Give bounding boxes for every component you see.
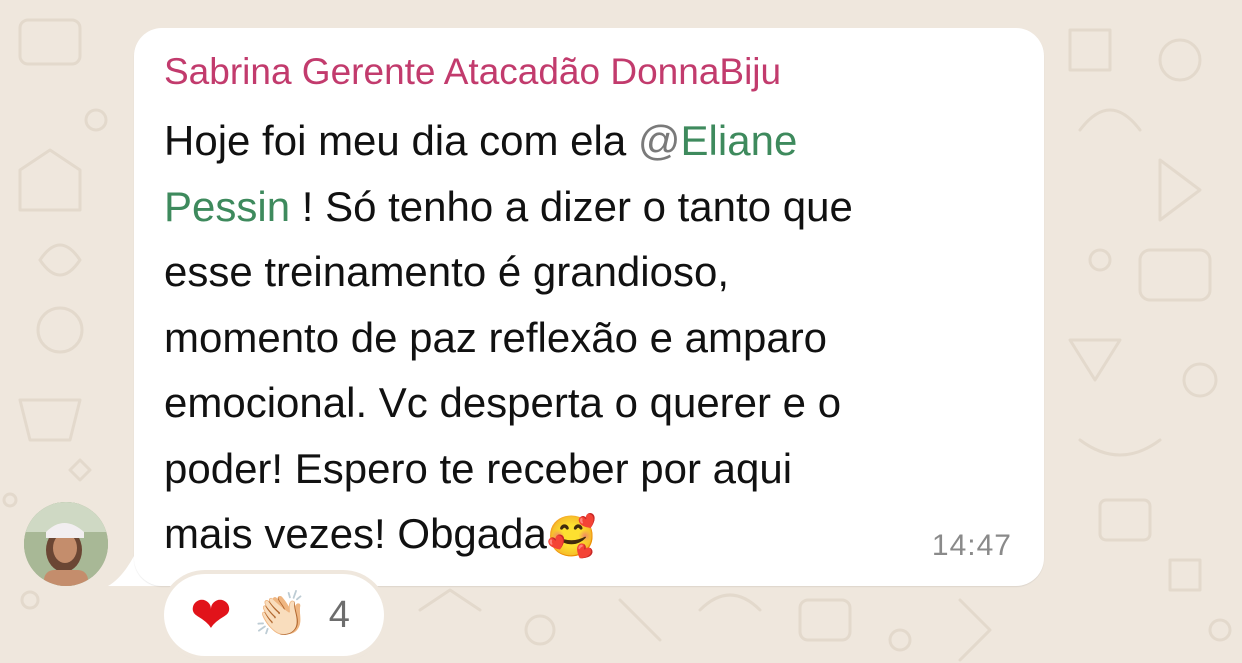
message-line-7-text: mais vezes! Obgada bbox=[164, 510, 547, 557]
message-timestamp: 14:47 bbox=[931, 529, 1012, 562]
heart-reaction-icon: ❤ bbox=[190, 587, 232, 643]
sender-name[interactable]: Sabrina Gerente Atacadão DonnaBiju bbox=[164, 50, 781, 94]
message-line-3: esse treinamento é grandioso, bbox=[164, 248, 730, 295]
message-bubble[interactable]: Sabrina Gerente Atacadão DonnaBiju Hoje … bbox=[134, 28, 1044, 586]
sender-avatar[interactable] bbox=[24, 502, 108, 586]
message-line-2: Pessin ! Só tenho a dizer o tanto que bbox=[164, 174, 1024, 240]
mention-name-last[interactable]: Pessin bbox=[164, 183, 290, 230]
reaction-count: 4 bbox=[328, 593, 350, 636]
reactions-pill[interactable]: ❤ 👏🏻 4 bbox=[164, 574, 384, 656]
message-line-4: momento de paz reflexão e amparo bbox=[164, 313, 828, 361]
message-line-5: emocional. Vc desperta o querer e o bbox=[164, 379, 842, 426]
message-line-1-text: Hoje foi meu dia com ela bbox=[164, 117, 638, 164]
smiling-hearts-emoji: 🥰 bbox=[546, 515, 597, 559]
message-line-7: mais vezes! Obgada🥰 bbox=[164, 501, 1024, 567]
message-line-2-text: ! Só tenho a dizer o tanto que bbox=[290, 182, 853, 230]
mention-at-symbol: @ bbox=[637, 117, 681, 164]
mention-link[interactable]: @Eliane bbox=[638, 117, 797, 164]
message-line-1: Hoje foi meu dia com ela @Eliane bbox=[164, 108, 1024, 174]
mention-name-first: Eliane bbox=[680, 117, 798, 164]
clapping-hands-reaction-icon: 👏🏻 bbox=[253, 590, 309, 639]
message-line-6: poder! Espero te receber por aqui bbox=[164, 444, 793, 492]
message-text: Hoje foi meu dia com ela @Eliane Pessin … bbox=[164, 108, 1024, 567]
